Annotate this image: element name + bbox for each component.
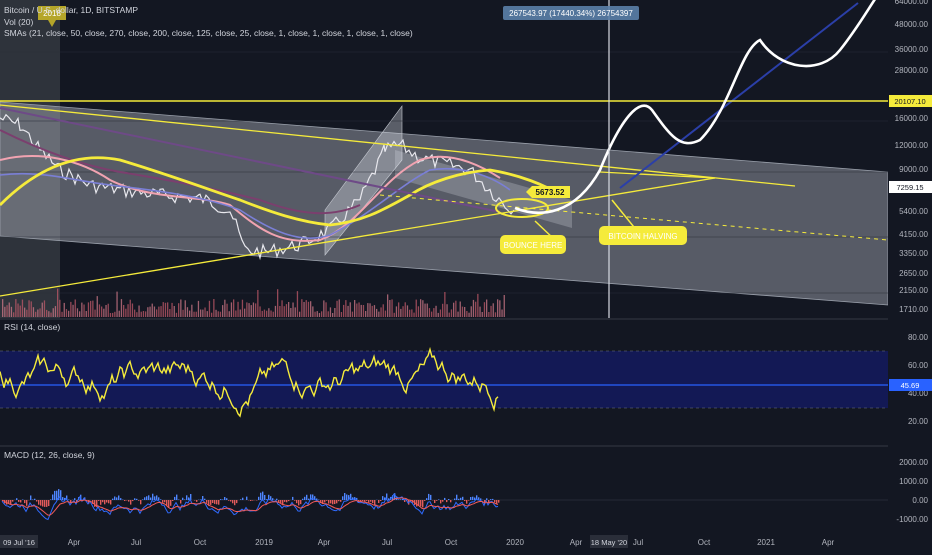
measure-readout: 267543.97 (17440.34%) 26754397 (503, 6, 639, 20)
macd-tick: 0.00 (912, 496, 928, 505)
price-tick: 4150.00 (899, 230, 928, 239)
level-label: 20107.10 (889, 95, 932, 107)
rsi-pane (0, 349, 888, 416)
time-tick: Apr (822, 538, 835, 547)
bounce-callout[interactable]: BOUNCE HERE (500, 235, 566, 254)
symbol-title: Bitcoin / U.S. dollar, 1D, BITSTAMP (4, 5, 138, 15)
time-tick: Apr (68, 538, 81, 547)
price-tick: 3350.00 (899, 249, 928, 258)
macd-histogram (2, 489, 499, 508)
time-tick: Jul (131, 538, 141, 547)
macd-tick: 1000.00 (899, 477, 928, 486)
time-tick: 2020 (506, 538, 524, 547)
price-tick: 12000.00 (895, 141, 929, 150)
macd-tick: 2000.00 (899, 458, 928, 467)
time-tick: Jul (633, 538, 643, 547)
price-tick: 1710.00 (899, 305, 928, 314)
time-tick: Jul (382, 538, 392, 547)
price-chart[interactable]: 5673.52 BOUNCE HERE BITCOIN HALVING 2675… (0, 0, 932, 550)
time-tick: Apr (570, 538, 583, 547)
price-tick: 16000.00 (895, 114, 929, 123)
rsi-band (0, 351, 888, 408)
rsi-tick: 60.00 (908, 361, 929, 370)
price-tick: 5400.00 (899, 207, 928, 216)
time-start-text: 09 Jul '16 (3, 538, 35, 547)
sma-legend[interactable]: SMAs (21, close, 50, close, 270, close, … (4, 28, 413, 38)
time-tick: Oct (445, 538, 458, 547)
time-tick: 2019 (255, 538, 273, 547)
rsi-value-label: 45.69 (889, 379, 932, 391)
macd-pane (0, 489, 888, 519)
cursor-time-text: 18 May '20 (591, 538, 627, 547)
time-tick: Oct (194, 538, 207, 547)
time-tick: 2021 (757, 538, 775, 547)
rsi-tick: 20.00 (908, 417, 929, 426)
price-tick: 28000.00 (895, 66, 929, 75)
bounce-callout-text: BOUNCE HERE (504, 241, 563, 250)
price-tick: 36000.00 (895, 45, 929, 54)
measure-readout-text: 267543.97 (17440.34%) 26754397 (509, 9, 633, 18)
price-tick: 64000.00 (895, 0, 929, 6)
macd-title[interactable]: MACD (12, 26, close, 9) (4, 450, 95, 460)
price-tick: 9000.00 (899, 165, 928, 174)
rsi-tick: 80.00 (908, 333, 929, 342)
chart-root: 5673.52 BOUNCE HERE BITCOIN HALVING 2675… (0, 0, 932, 550)
price-tick: 48000.00 (895, 20, 929, 29)
price-tag: 5673.52 (526, 186, 570, 198)
last-price-text: 7259.15 (896, 183, 923, 192)
price-tick: 2150.00 (899, 286, 928, 295)
volume-legend[interactable]: Vol (20) (4, 17, 33, 27)
level-label-text: 20107.10 (894, 97, 925, 106)
cursor-time-label: 18 May '20 (590, 535, 628, 548)
price-axis[interactable] (888, 0, 932, 533)
price-tick: 2650.00 (899, 269, 928, 278)
time-start-label: 09 Jul '16 (0, 535, 38, 548)
macd-line (2, 494, 498, 519)
halving-callout-text: BITCOIN HALVING (608, 232, 677, 241)
rsi-title[interactable]: RSI (14, close) (4, 322, 60, 332)
rsi-value-text: 45.69 (901, 381, 920, 390)
halving-callout[interactable]: BITCOIN HALVING (599, 226, 687, 245)
time-tick: Oct (698, 538, 711, 547)
last-price-label: 7259.15 (889, 181, 932, 193)
price-tag-text: 5673.52 (536, 188, 565, 197)
time-tick: Apr (318, 538, 331, 547)
macd-tick: -1000.00 (896, 515, 928, 524)
